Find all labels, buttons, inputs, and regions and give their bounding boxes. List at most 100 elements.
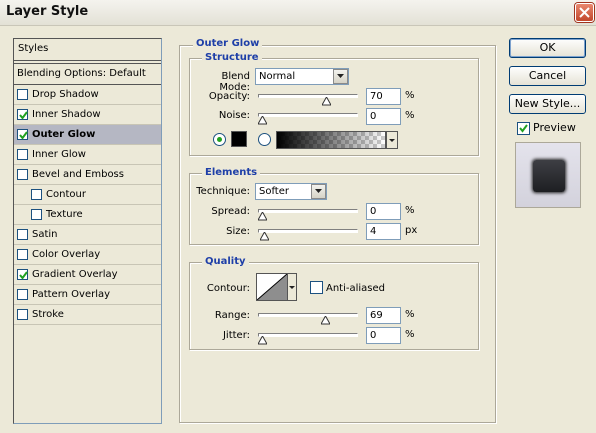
style-item[interactable]: Inner Glow [14,145,161,165]
style-item[interactable]: Satin [14,225,161,245]
range-input[interactable]: 69 [366,307,401,324]
range-slider[interactable] [258,313,358,317]
style-item[interactable]: Gradient Overlay [14,265,161,285]
ok-button[interactable]: OK [509,38,586,58]
style-checkbox[interactable] [17,168,28,180]
jitter-slider[interactable] [258,333,358,337]
slider-triangle-icon [319,314,331,325]
size-slider[interactable] [258,229,358,233]
opacity-slider[interactable] [258,94,358,98]
style-checkbox[interactable] [31,188,42,200]
style-item-label: Inner Glow [32,149,86,160]
slider-triangle-icon [258,230,270,241]
technique-label: Technique: [196,186,250,197]
solid-color-radio[interactable] [213,133,226,146]
noise-input[interactable]: 0 [366,108,401,125]
slider-triangle-icon [320,95,332,106]
style-checkbox[interactable] [17,268,28,280]
quality-legend: Quality [202,256,249,267]
style-item-label: Pattern Overlay [32,289,111,300]
technique-select[interactable]: Softer [255,183,327,200]
close-icon [579,7,590,18]
spread-input[interactable]: 0 [366,203,401,220]
styles-header[interactable]: Styles [14,39,161,61]
new-style-button[interactable]: New Style... [509,94,586,114]
jitter-input[interactable]: 0 [366,327,401,344]
style-item[interactable]: Texture [14,205,161,225]
checkmark-icon [19,110,28,120]
style-item-label: Bevel and Emboss [32,169,124,180]
style-preview [515,142,581,208]
style-checkbox[interactable] [17,108,28,120]
noise-slider-thumb[interactable] [257,114,268,125]
glow-gradient-picker[interactable] [276,131,386,149]
opacity-slider-thumb[interactable] [320,95,332,106]
outer-glow-title: Outer Glow [193,38,263,49]
technique-value: Softer [259,186,289,197]
size-unit: px [405,225,418,236]
style-checkbox[interactable] [17,228,28,240]
cancel-button[interactable]: Cancel [509,66,586,86]
layer-style-dialog: Layer Style Styles Blending Options: Def… [0,0,596,433]
blending-options-item[interactable]: Blending Options: Default [14,63,161,85]
size-input[interactable]: 4 [366,223,401,240]
chevron-down-icon [289,286,295,289]
style-item[interactable]: Bevel and Emboss [14,165,161,185]
spread-unit: % [405,205,415,216]
gradient-radio[interactable] [258,133,271,146]
opacity-label: Opacity: [208,91,250,102]
style-item[interactable]: Stroke [14,305,161,325]
style-checkbox[interactable] [17,148,28,160]
preview-checkbox[interactable] [517,122,530,135]
range-unit: % [405,309,415,320]
style-item[interactable]: Outer Glow [14,125,161,145]
noise-slider[interactable] [258,113,358,117]
opacity-unit: % [405,90,415,101]
contour-dropdown-button[interactable] [287,273,297,301]
contour-preview[interactable] [256,273,288,301]
style-item[interactable]: Contour [14,185,161,205]
slider-triangle-icon [257,114,268,125]
chevron-down-icon [389,139,395,142]
radio-selected-dot [217,137,222,142]
style-checkbox[interactable] [17,88,28,100]
style-checkbox[interactable] [17,308,28,320]
style-item-label: Contour [46,189,86,200]
noise-label: Noise: [218,110,250,121]
style-checkbox[interactable] [17,248,28,260]
window-title: Layer Style [6,4,89,19]
contour-curve-icon [256,273,288,301]
style-item[interactable]: Drop Shadow [14,85,161,105]
styles-list-panel: Styles Blending Options: Default Drop Sh… [13,38,162,424]
gradient-dropdown-button[interactable] [386,131,398,149]
range-slider-thumb[interactable] [319,314,331,325]
size-slider-thumb[interactable] [258,230,270,241]
spread-slider-thumb[interactable] [257,210,268,221]
style-item-label: Satin [32,229,58,240]
blend-mode-label: Blend Mode: [219,71,250,93]
jitter-slider-thumb[interactable] [257,334,268,345]
close-button[interactable] [575,3,594,22]
blend-mode-select[interactable]: Normal [255,68,349,85]
preview-label: Preview [533,121,576,134]
jitter-label: Jitter: [222,330,250,341]
style-checkbox[interactable] [17,288,28,300]
noise-unit: % [405,110,415,121]
checkmark-icon [19,270,28,280]
blend-mode-value: Normal [259,71,296,82]
title-bar: Layer Style [0,0,596,26]
style-item[interactable]: Inner Shadow [14,105,161,125]
chevron-down-icon [311,184,326,199]
style-item[interactable]: Pattern Overlay [14,285,161,305]
preview-swatch [533,160,565,192]
style-item[interactable]: Color Overlay [14,245,161,265]
anti-aliased-checkbox[interactable] [310,281,323,294]
spread-slider[interactable] [258,209,358,213]
style-item-label: Outer Glow [32,129,96,140]
opacity-input[interactable]: 70 [366,88,401,105]
glow-color-swatch[interactable] [231,131,247,147]
style-checkbox[interactable] [31,208,42,220]
style-item-label: Inner Shadow [32,109,101,120]
style-checkbox[interactable] [17,128,28,140]
style-item-label: Texture [46,209,83,220]
